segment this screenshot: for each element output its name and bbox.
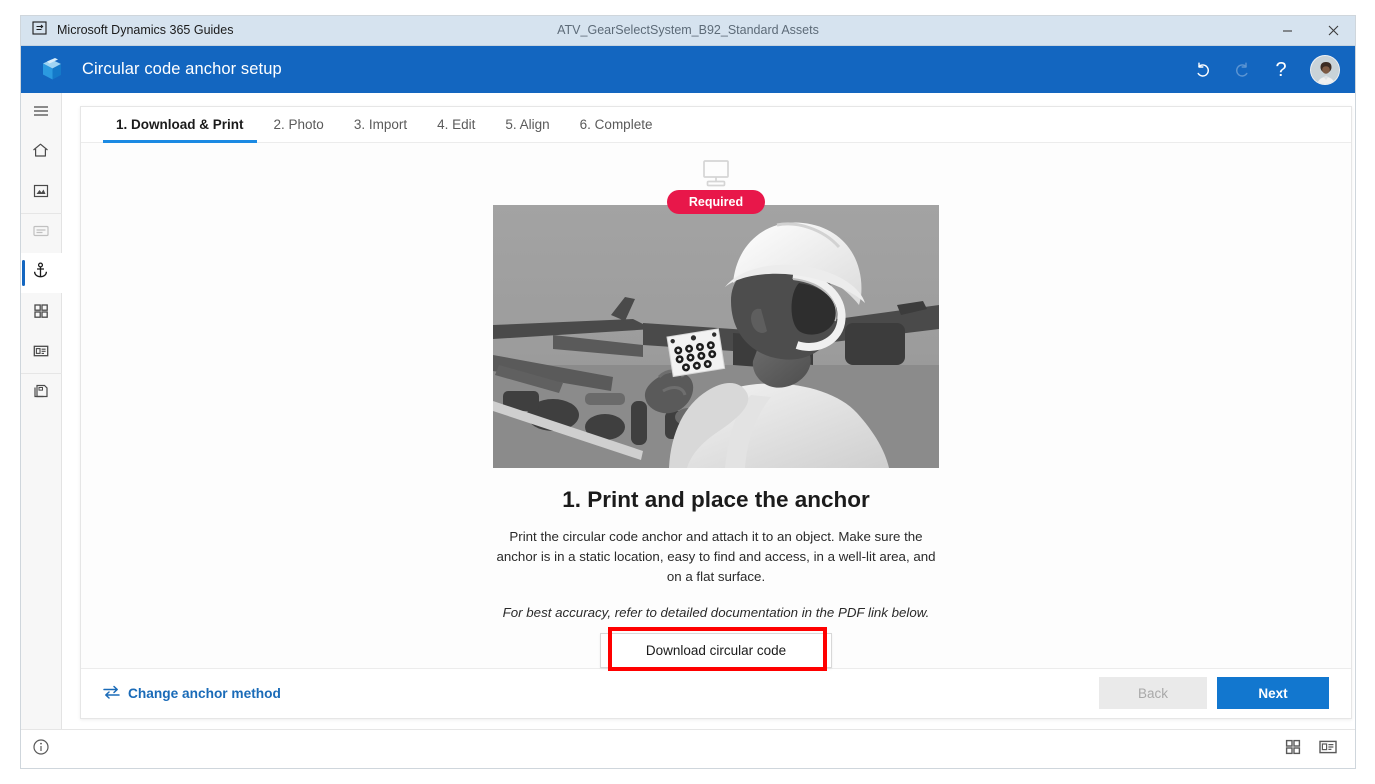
help-label: ? [1275, 58, 1287, 81]
detail-view-icon[interactable] [1318, 738, 1338, 761]
header-actions: ? [1185, 52, 1356, 88]
step-note: For best accuracy, refer to detailed doc… [502, 604, 930, 620]
tab-download-print[interactable]: 1. Download & Print [103, 117, 257, 143]
change-anchor-method-label: Change anchor method [128, 685, 281, 701]
status-badge: Required [666, 189, 766, 214]
app-window: Microsoft Dynamics 365 Guides ATV_GearSe… [0, 0, 1375, 784]
left-sidebar [19, 93, 62, 729]
step-title: 1. Print and place the anchor [562, 486, 870, 512]
anchor-icon [31, 261, 50, 285]
step-description: Print the circular code anchor and attac… [496, 528, 936, 584]
grid-view-icon[interactable] [1284, 738, 1302, 761]
tab-photo[interactable]: 2. Photo [261, 117, 337, 142]
redo-icon[interactable] [1224, 52, 1260, 88]
sidebar-item-parts[interactable] [20, 293, 62, 333]
next-button[interactable]: Next [1217, 677, 1329, 710]
app-name-label: Microsoft Dynamics 365 Guides [57, 23, 234, 37]
wizard-footer: Change anchor method Back Next [81, 667, 1351, 718]
document-title: ATV_GearSelectSystem_B92_Standard Assets [557, 23, 819, 37]
user-avatar[interactable] [1310, 54, 1340, 85]
desktop-monitor-icon [699, 159, 733, 194]
tab-align[interactable]: 5. Align [492, 117, 562, 142]
text-card-icon [32, 222, 50, 245]
anchor-illustration [493, 204, 939, 468]
page-title: Circular code anchor setup [82, 60, 282, 78]
swap-arrows-icon [103, 685, 120, 702]
wizard-card: 1. Download & Print 2. Photo 3. Import 4… [80, 106, 1352, 719]
undo-icon[interactable] [1185, 52, 1221, 88]
change-anchor-method-link[interactable]: Change anchor method [103, 685, 281, 702]
sidebar-item-media[interactable] [20, 173, 62, 213]
home-icon [31, 141, 50, 165]
download-circular-code-button[interactable]: Download circular code [600, 632, 832, 668]
close-button[interactable] [1310, 15, 1356, 46]
title-bar: Microsoft Dynamics 365 Guides ATV_GearSe… [20, 15, 1356, 46]
download-button-wrap: Download circular code [600, 626, 832, 671]
image-icon [32, 182, 50, 205]
minimize-button[interactable] [1264, 15, 1310, 46]
sidebar-item-menu[interactable] [20, 93, 62, 133]
sidebar-item-steps[interactable] [19, 213, 62, 253]
tab-complete[interactable]: 6. Complete [567, 117, 666, 142]
tab-import[interactable]: 3. Import [341, 117, 420, 142]
title-bar-app: Microsoft Dynamics 365 Guides [20, 20, 350, 41]
app-header: Circular code anchor setup ? [20, 46, 1356, 93]
info-circle-icon [32, 738, 50, 761]
layers-copy-icon [32, 382, 50, 405]
hamburger-menu-icon [32, 102, 50, 125]
wizard-content: Required 1. Print and place the anchor P… [81, 142, 1351, 671]
view-toggles [1284, 738, 1356, 761]
dynamics-365-guides-logo [36, 54, 68, 86]
wizard-tabs: 1. Download & Print 2. Photo 3. Import 4… [81, 107, 1351, 143]
sidebar-item-anchor[interactable] [19, 253, 62, 293]
back-button[interactable]: Back [1099, 677, 1207, 710]
guides-app-icon [32, 20, 48, 41]
sidebar-item-home[interactable] [20, 133, 62, 173]
status-bar [20, 729, 1356, 769]
tab-edit[interactable]: 4. Edit [424, 117, 488, 142]
wizard-nav-buttons: Back Next [1099, 677, 1329, 710]
card-icon [32, 342, 50, 365]
info-button[interactable] [20, 738, 62, 761]
help-question-icon[interactable]: ? [1263, 52, 1299, 88]
sidebar-item-assets[interactable] [19, 373, 62, 413]
sidebar-item-properties[interactable] [20, 333, 62, 373]
grid-icon [32, 302, 50, 325]
window-controls [1026, 15, 1356, 46]
